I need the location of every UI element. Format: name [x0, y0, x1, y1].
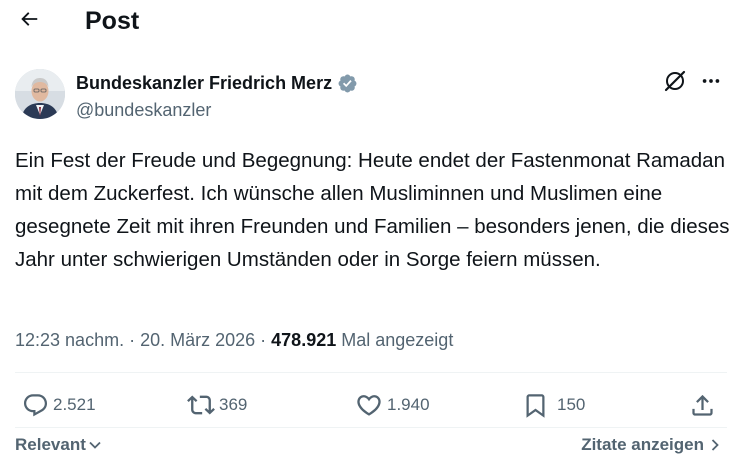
divider — [15, 427, 727, 428]
chevron-down-icon — [88, 438, 102, 452]
arrow-left-icon — [18, 8, 40, 35]
sort-replies-dropdown[interactable]: Relevant — [15, 432, 102, 458]
avatar[interactable] — [15, 69, 65, 119]
bookmark-icon — [522, 392, 549, 419]
share-button[interactable] — [689, 385, 716, 425]
more-options-button[interactable] — [698, 69, 724, 97]
post-text: Ein Fest der Freude und Begegnung: Heute… — [15, 149, 730, 271]
views-count: 478.921 — [271, 330, 337, 350]
bookmark-button[interactable]: 150 — [522, 385, 585, 425]
heart-icon — [355, 391, 383, 419]
page-title: Post — [85, 7, 140, 35]
post-date[interactable]: 20. März 2026 — [140, 330, 255, 350]
verified-badge-icon[interactable] — [337, 73, 358, 94]
author-name[interactable]: Bundeskanzler Friedrich Merz — [76, 71, 332, 95]
repost-count: 369 — [219, 395, 248, 414]
repost-button[interactable]: 369 — [187, 385, 247, 425]
post-meta: 12:23 nachm. · 20. März 2026 · 478.921 M… — [15, 327, 453, 353]
author-handle[interactable]: @bundeskanzler — [76, 99, 211, 121]
reply-icon — [22, 392, 49, 419]
reply-button[interactable]: 2.521 — [22, 385, 96, 425]
post-actions: 2.521 369 1.940 150 — [0, 385, 750, 425]
views-label: Mal angezeigt — [341, 330, 454, 350]
meta-separator: · — [124, 330, 141, 350]
post-time[interactable]: 12:23 nachm. — [15, 330, 124, 350]
like-count: 1.940 — [387, 395, 430, 414]
more-dots-icon — [700, 70, 722, 97]
like-button[interactable]: 1.940 — [355, 385, 430, 425]
divider — [15, 372, 727, 373]
grok-icon — [663, 69, 687, 98]
repost-icon — [187, 391, 215, 419]
meta-separator: · — [255, 330, 272, 350]
replies-footer: Relevant Zitate anzeigen — [0, 432, 750, 460]
chevron-right-icon — [710, 438, 720, 452]
grok-button[interactable] — [662, 69, 688, 97]
view-quotes-link[interactable]: Zitate anzeigen — [581, 432, 720, 458]
back-button[interactable] — [14, 6, 44, 36]
sort-label: Relevant — [15, 435, 86, 454]
reply-count: 2.521 — [53, 395, 96, 414]
post-header: Post — [0, 0, 750, 44]
share-icon — [689, 392, 716, 419]
bookmark-count: 150 — [557, 395, 586, 414]
post-author: Bundeskanzler Friedrich Merz @bundeskanz… — [15, 69, 735, 123]
author-name-row: Bundeskanzler Friedrich Merz — [76, 71, 358, 95]
quotes-label: Zitate anzeigen — [581, 435, 704, 454]
